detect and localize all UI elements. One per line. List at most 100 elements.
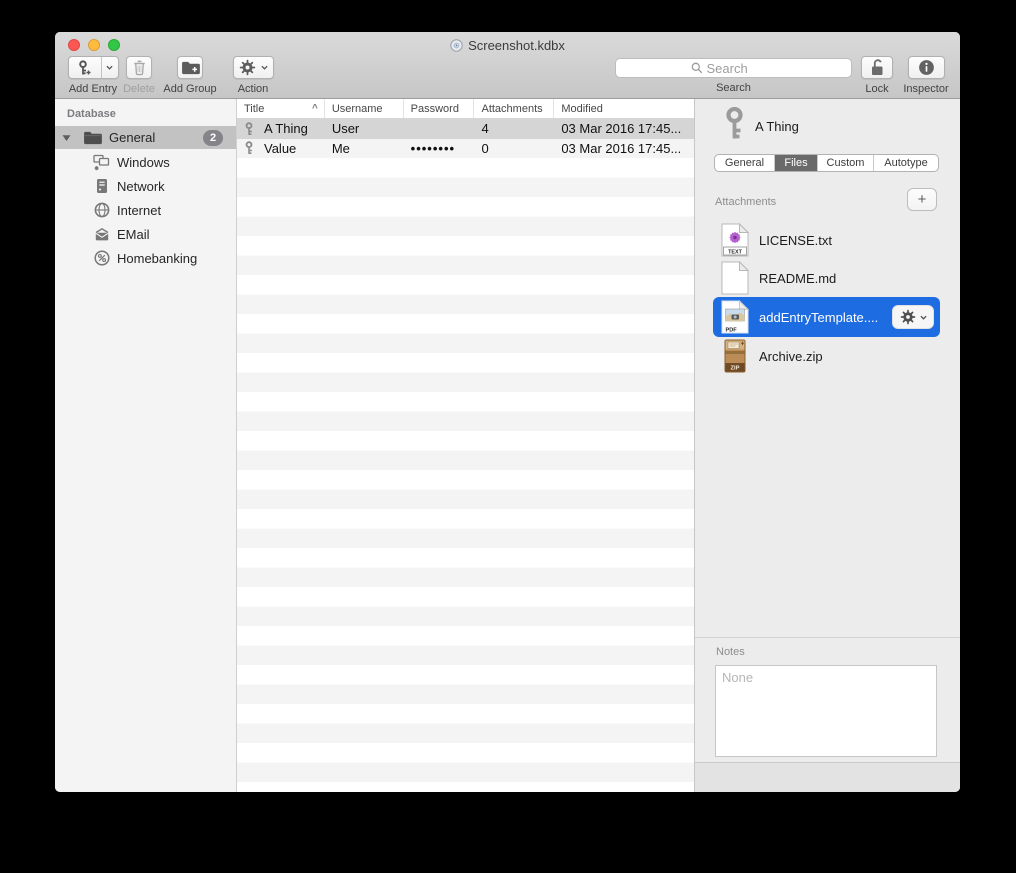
inspector-panel: A Thing General Files Custom Autotype At… bbox=[695, 99, 960, 792]
window-content: Database General 2 bbox=[55, 99, 960, 792]
divider bbox=[695, 637, 960, 638]
entry-count-badge: 2 bbox=[203, 130, 223, 146]
notes-section-label: Notes bbox=[716, 646, 745, 658]
tab-custom[interactable]: Custom bbox=[818, 155, 874, 171]
column-header-attachments[interactable]: Attachments bbox=[474, 99, 554, 118]
action-label: Action bbox=[238, 83, 269, 95]
inspector-tabs: General Files Custom Autotype bbox=[714, 154, 939, 172]
percent-circle-icon bbox=[93, 250, 110, 266]
search-field[interactable] bbox=[615, 58, 852, 78]
search-input[interactable] bbox=[707, 61, 777, 76]
gear-icon bbox=[239, 59, 256, 76]
dropdown-arrow-icon bbox=[106, 65, 113, 70]
tab-files[interactable]: Files bbox=[775, 155, 818, 171]
attachment-row-license[interactable]: TEXT LICENSE.txt bbox=[713, 221, 940, 259]
add-group-button[interactable] bbox=[177, 56, 203, 79]
notes-textarea[interactable] bbox=[715, 665, 937, 757]
zip-file-icon: ZIP bbox=[721, 339, 749, 373]
column-header-title[interactable]: Title ^ bbox=[237, 99, 325, 118]
attachment-action-button[interactable] bbox=[892, 305, 934, 329]
inspector-button[interactable] bbox=[908, 56, 945, 79]
svg-text:PDF: PDF bbox=[726, 328, 738, 334]
lock-button[interactable] bbox=[861, 56, 893, 79]
tab-autotype[interactable]: Autotype bbox=[874, 155, 938, 171]
entry-attachments-count: 4 bbox=[474, 121, 554, 136]
inspector-footer bbox=[695, 762, 960, 792]
sidebar-item-email[interactable]: EMail bbox=[55, 222, 236, 246]
email-envelope-icon bbox=[93, 227, 110, 242]
sidebar-item-label: EMail bbox=[117, 227, 150, 242]
sidebar-item-label: Homebanking bbox=[117, 251, 197, 266]
delete-label: Delete bbox=[123, 83, 155, 95]
unlock-icon bbox=[869, 58, 885, 77]
table-row[interactable]: A Thing User 4 03 Mar 2016 17:45... bbox=[237, 119, 694, 139]
dropdown-arrow-icon bbox=[920, 315, 927, 320]
entry-table: Title ^ Username Password Attachments Mo… bbox=[237, 99, 695, 792]
attachments-section-label: Attachments bbox=[715, 196, 776, 208]
sidebar-item-homebanking[interactable]: Homebanking bbox=[55, 246, 236, 270]
attachment-name: LICENSE.txt bbox=[759, 233, 832, 248]
table-header: Title ^ Username Password Attachments Mo… bbox=[237, 99, 694, 119]
window-title: Screenshot.kdbx bbox=[468, 38, 565, 53]
add-group-label: Add Group bbox=[163, 83, 216, 95]
attachment-row-readme[interactable]: README.md bbox=[713, 259, 940, 297]
delete-button[interactable] bbox=[126, 56, 152, 79]
add-entry-label: Add Entry bbox=[69, 83, 117, 95]
action-button[interactable] bbox=[233, 56, 274, 79]
dropdown-arrow-icon bbox=[261, 65, 268, 70]
info-icon bbox=[918, 59, 935, 76]
disclosure-triangle-icon[interactable] bbox=[62, 134, 71, 142]
toolbar: Add Entry Delete bbox=[55, 55, 960, 99]
sidebar-item-label: Windows bbox=[117, 155, 170, 170]
tab-general[interactable]: General bbox=[715, 155, 775, 171]
sidebar-item-general[interactable]: General 2 bbox=[55, 126, 236, 149]
network-group-icon bbox=[93, 178, 110, 194]
document-file-icon bbox=[721, 261, 749, 295]
pdf-file-icon: PDF bbox=[721, 300, 749, 334]
window-title-area: Screenshot.kdbx bbox=[55, 37, 960, 53]
key-plus-icon bbox=[77, 60, 92, 76]
attachment-name: Archive.zip bbox=[759, 349, 823, 364]
add-entry-dropdown[interactable] bbox=[102, 57, 118, 78]
add-attachment-button[interactable]: + bbox=[907, 188, 937, 211]
lock-label: Lock bbox=[865, 83, 888, 95]
attachment-name: addEntryTemplate.... bbox=[759, 310, 878, 325]
search-icon bbox=[691, 62, 703, 74]
entry-attachments-count: 0 bbox=[474, 141, 554, 156]
key-icon bbox=[244, 122, 254, 136]
add-entry-button[interactable] bbox=[68, 56, 119, 79]
entry-modified: 03 Mar 2016 17:45... bbox=[554, 141, 694, 156]
gear-icon bbox=[900, 309, 916, 325]
sidebar-item-network[interactable]: Network bbox=[55, 174, 236, 198]
macpass-window: Screenshot.kdbx bbox=[55, 32, 960, 792]
svg-text:TEXT: TEXT bbox=[728, 249, 742, 255]
column-header-modified[interactable]: Modified bbox=[554, 99, 694, 118]
column-header-username[interactable]: Username bbox=[325, 99, 404, 118]
sidebar-item-internet[interactable]: Internet bbox=[55, 198, 236, 222]
sidebar-header: Database bbox=[67, 108, 116, 120]
group-sidebar: Database General 2 bbox=[55, 99, 237, 792]
entry-username: Me bbox=[325, 141, 404, 156]
entry-key-icon bbox=[723, 107, 746, 140]
text-file-icon: TEXT bbox=[721, 223, 749, 257]
folder-icon bbox=[83, 130, 102, 145]
window-chrome: Screenshot.kdbx bbox=[55, 32, 960, 99]
search-label: Search bbox=[716, 82, 751, 94]
attachment-row-archive[interactable]: ZIP Archive.zip bbox=[713, 337, 940, 375]
sidebar-item-label: Network bbox=[117, 179, 165, 194]
entry-title: Value bbox=[264, 141, 296, 156]
table-row[interactable]: Value Me •••••••• 0 03 Mar 2016 17:45... bbox=[237, 139, 694, 159]
table-body: A Thing User 4 03 Mar 2016 17:45... bbox=[237, 119, 694, 792]
document-icon bbox=[450, 39, 463, 52]
column-header-password[interactable]: Password bbox=[404, 99, 475, 118]
entry-title: A Thing bbox=[264, 121, 308, 136]
sidebar-item-label: General bbox=[109, 130, 155, 145]
trash-icon bbox=[131, 59, 148, 76]
inspector-label: Inspector bbox=[903, 83, 948, 95]
sidebar-item-windows[interactable]: Windows bbox=[55, 150, 236, 174]
folder-plus-icon bbox=[181, 60, 200, 75]
sidebar-item-label: Internet bbox=[117, 203, 161, 218]
svg-text:ZIP: ZIP bbox=[730, 366, 739, 372]
attachment-row-addentrytemplate[interactable]: PDF addEntryTemplate.... bbox=[713, 297, 940, 337]
entry-password: •••••••• bbox=[404, 141, 475, 156]
